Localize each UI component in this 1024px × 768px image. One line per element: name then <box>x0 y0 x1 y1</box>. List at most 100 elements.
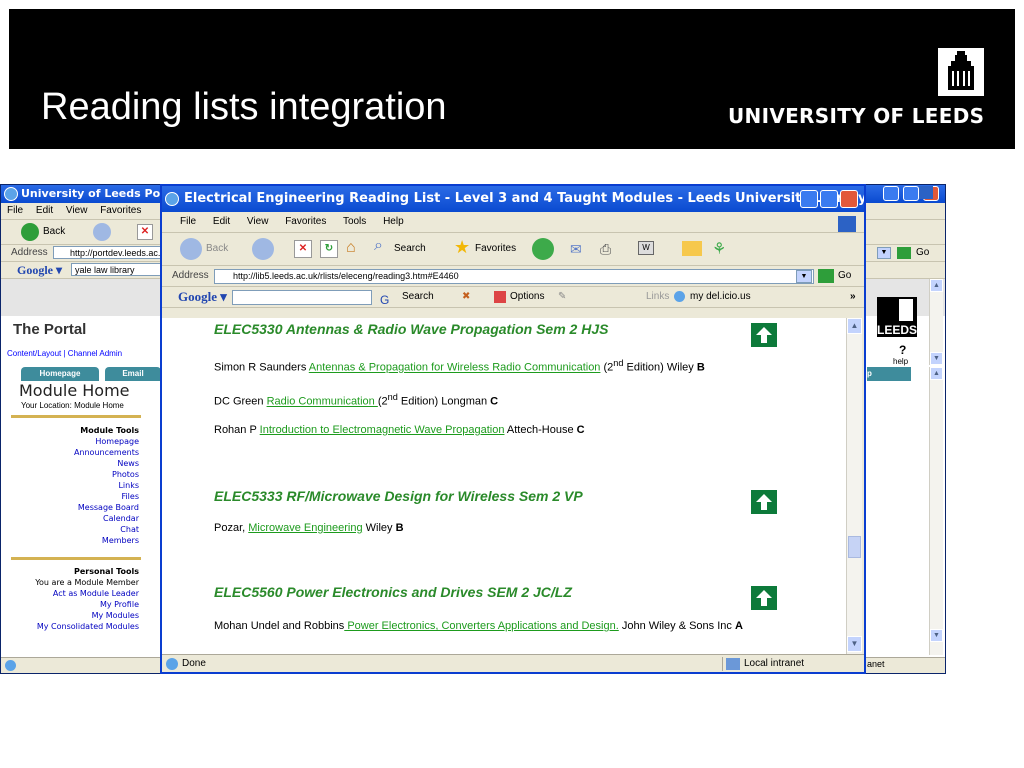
favorites-button-label[interactable]: Favorites <box>475 243 516 254</box>
portal-admin-links[interactable]: Content/Layout | Channel Admin <box>7 349 122 358</box>
portal-main-scrollbar[interactable]: ▲ ▼ <box>929 367 943 655</box>
forward-arrow-icon[interactable] <box>252 238 274 260</box>
go-arrow-icon[interactable] <box>818 269 834 283</box>
links-label[interactable]: Links <box>646 287 669 307</box>
ie-icon <box>4 187 18 201</box>
minimize-icon[interactable] <box>800 190 818 208</box>
menu-tools[interactable]: Tools <box>343 216 366 227</box>
entry-title-link[interactable]: Microwave Engineering <box>248 522 362 534</box>
block-icon[interactable]: ✖ <box>462 287 470 307</box>
personal-tool-link[interactable]: My Consolidated Modules <box>11 621 139 632</box>
tab-email[interactable]: Email <box>105 367 161 381</box>
scroll-up-icon[interactable]: ▲ <box>930 279 943 292</box>
folder-icon[interactable] <box>682 241 702 256</box>
module-tool-link[interactable]: Homepage <box>11 436 139 447</box>
personal-tool-link[interactable]: My Modules <box>11 610 139 621</box>
google-search-input[interactable]: yale law library <box>71 263 161 276</box>
entry-title-link[interactable]: Introduction to Electromagnetic Wave Pro… <box>260 424 505 436</box>
entry-title-link[interactable]: Power Electronics, Converters Applicatio… <box>344 620 618 632</box>
menu-view[interactable]: View <box>247 216 269 227</box>
go-label[interactable]: Go <box>916 245 929 261</box>
stop-icon[interactable]: ✕ <box>137 224 153 240</box>
google-search-icon[interactable]: G <box>380 290 389 307</box>
crest-icon <box>899 299 913 321</box>
slide-title: Reading lists integration <box>41 86 447 128</box>
help-icon[interactable]: ? <box>899 343 906 357</box>
close-icon[interactable] <box>840 190 858 208</box>
home-icon[interactable]: ⌂ <box>346 239 356 257</box>
back-to-top-button[interactable] <box>751 323 777 347</box>
menu-help[interactable]: Help <box>383 216 404 227</box>
module-tool-link[interactable]: Links <box>11 480 139 491</box>
scroll-up-icon[interactable]: ▲ <box>847 318 862 334</box>
reading-list-scrollbar[interactable]: ▲ ▼ <box>846 318 862 654</box>
module-tool-link[interactable]: Calendar <box>11 513 139 524</box>
google-search-label[interactable]: Search <box>402 287 434 307</box>
search-button-label[interactable]: Search <box>394 243 426 254</box>
menu-file[interactable]: File <box>7 205 23 216</box>
go-label[interactable]: Go <box>838 266 851 286</box>
section-title: ELEC5330 Antennas & Radio Wave Propagati… <box>214 321 609 337</box>
menu-file[interactable]: File <box>180 216 196 227</box>
delicious-link[interactable]: my del.icio.us <box>690 287 751 307</box>
maximize-icon[interactable] <box>903 186 919 201</box>
help-label[interactable]: help <box>893 357 908 366</box>
history-icon[interactable] <box>532 238 554 260</box>
module-tool-link[interactable]: Message Board <box>11 502 139 513</box>
refresh-icon[interactable]: ↻ <box>320 240 338 258</box>
back-button-label[interactable]: Back <box>206 243 228 254</box>
back-arrow-icon[interactable] <box>180 238 202 260</box>
menu-favorites[interactable]: Favorites <box>100 205 141 216</box>
module-tool-link[interactable]: Chat <box>11 524 139 535</box>
address-dropdown-icon[interactable]: ▼ <box>877 247 891 259</box>
edit-icon[interactable]: W <box>638 241 654 255</box>
module-tool-link[interactable]: Photos <box>11 469 139 480</box>
menu-favorites[interactable]: Favorites <box>285 216 326 227</box>
reading-list-window-title: Electrical Engineering Reading List - Le… <box>184 191 864 206</box>
menu-view[interactable]: View <box>66 205 88 216</box>
personal-tool-link[interactable]: My Profile <box>11 599 139 610</box>
messenger-icon[interactable]: ⚘ <box>712 239 726 259</box>
scroll-down-icon[interactable]: ▼ <box>930 629 943 642</box>
back-to-top-button[interactable] <box>751 586 777 610</box>
module-tool-link[interactable]: News <box>11 458 139 469</box>
google-search-input[interactable] <box>232 290 372 305</box>
minimize-icon[interactable] <box>883 186 899 201</box>
module-tool-link[interactable]: Files <box>11 491 139 502</box>
personal-tool-link[interactable]: Act as Module Leader <box>11 588 139 599</box>
module-tool-link[interactable]: Members <box>11 535 139 546</box>
chevron-right-icon[interactable]: » <box>850 287 856 307</box>
forward-arrow-icon[interactable] <box>93 223 111 241</box>
options-icon[interactable] <box>494 291 506 303</box>
favorites-star-icon[interactable]: ★ <box>454 237 470 258</box>
reading-list-titlebar[interactable]: Electrical Engineering Reading List - Le… <box>162 186 864 212</box>
print-icon[interactable]: ⎙ <box>600 241 611 258</box>
go-arrow-icon[interactable] <box>897 247 911 259</box>
back-to-top-button[interactable] <box>751 490 777 514</box>
back-arrow-icon[interactable] <box>21 223 39 241</box>
portal-address-input[interactable]: http://portdev.leeds.ac.uk <box>53 246 161 259</box>
entry-author: Simon R Saunders <box>214 361 309 374</box>
scroll-up-icon[interactable]: ▲ <box>930 367 943 380</box>
menu-edit[interactable]: Edit <box>213 216 230 227</box>
stop-icon[interactable]: ✕ <box>294 240 312 258</box>
scroll-thumb[interactable] <box>848 536 861 558</box>
search-icon[interactable]: ⌕ <box>374 237 383 255</box>
portal-title: The Portal <box>13 321 87 338</box>
portal-top-scrollbar[interactable]: ▲ ▼ <box>929 279 943 365</box>
menu-edit[interactable]: Edit <box>36 205 53 216</box>
google-options-label[interactable]: Options <box>510 287 544 307</box>
mail-icon[interactable]: ✉ <box>570 241 582 258</box>
pencil-icon[interactable]: ✎ <box>558 287 566 307</box>
scroll-down-icon[interactable]: ▼ <box>930 352 943 365</box>
scroll-down-icon[interactable]: ▼ <box>847 636 862 652</box>
module-tool-link[interactable]: Announcements <box>11 447 139 458</box>
tab-homepage[interactable]: Homepage <box>21 367 99 381</box>
reading-list-address-input[interactable]: http://lib5.leeds.ac.uk/rlists/eleceng/r… <box>214 269 814 284</box>
entry-title-link[interactable]: Antennas & Propagation for Wireless Radi… <box>309 362 601 374</box>
maximize-icon[interactable] <box>820 190 838 208</box>
back-button-label[interactable]: Back <box>43 226 65 237</box>
portal-tab-fragment[interactable]: p <box>867 367 911 381</box>
address-dropdown-icon[interactable]: ▼ <box>796 270 812 283</box>
entry-title-link[interactable]: Radio Communication <box>267 396 378 408</box>
